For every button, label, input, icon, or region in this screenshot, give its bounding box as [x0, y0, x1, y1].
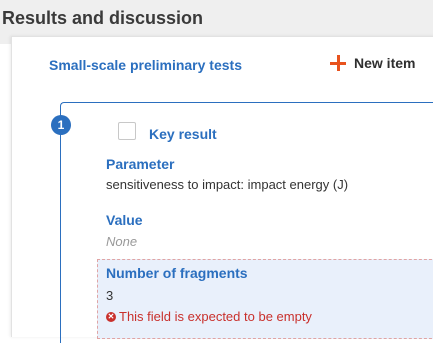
key-result-label: Key result [149, 126, 217, 142]
item-index-badge: 1 [51, 115, 71, 135]
parameter-label: Parameter [106, 156, 175, 172]
key-result-checkbox[interactable] [118, 122, 136, 140]
new-item-label: New item [354, 55, 416, 71]
fragments-value: 3 [106, 288, 114, 303]
value-label: Value [106, 212, 143, 228]
fragments-error-text: This field is expected to be empty [119, 309, 312, 324]
section-title: Results and discussion [2, 8, 204, 28]
error-circle-icon: ✕ [106, 311, 116, 322]
fragments-error: ✕ This field is expected to be empty [106, 309, 312, 324]
value-value: None [106, 234, 138, 249]
new-item-button[interactable]: New item [330, 51, 415, 75]
plus-icon [330, 55, 346, 71]
subsection-tab-small-scale-tests[interactable]: Small-scale preliminary tests [49, 57, 242, 73]
parameter-value: sensitiveness to impact: impact energy (… [106, 177, 349, 192]
fragments-label: Number of fragments [106, 265, 248, 281]
